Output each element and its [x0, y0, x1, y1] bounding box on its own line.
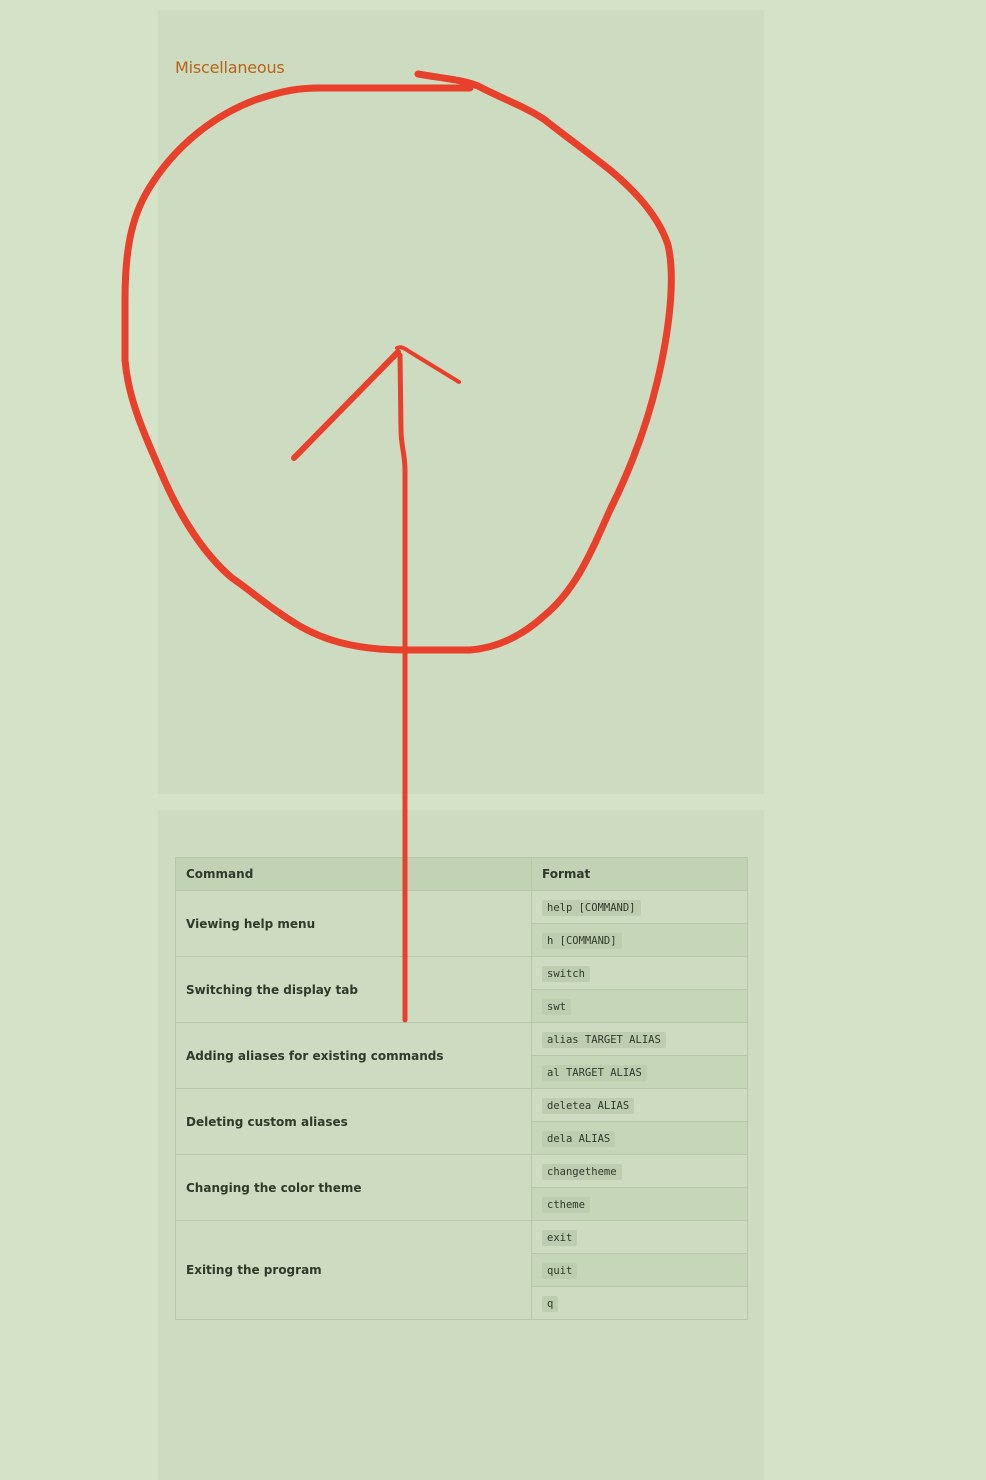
table-row: Deleting custom aliases deletea ALIAS — [175, 1088, 748, 1155]
format-cell: swt — [531, 989, 748, 1023]
format-cell: exit — [531, 1220, 748, 1254]
format-cell: help [COMMAND] — [531, 890, 748, 924]
format-code: exit — [542, 1230, 578, 1246]
format-cell: switch — [531, 956, 748, 990]
format-cell: ctheme — [531, 1187, 748, 1221]
format-cell: q — [531, 1286, 748, 1320]
table-row: Viewing help menu help [COMMAND] — [175, 890, 748, 957]
command-name: Deleting custom aliases — [175, 1088, 532, 1155]
format-cell: changetheme — [531, 1154, 748, 1188]
command-summary-table: Command Format Viewing help menu help [C… — [175, 857, 748, 1320]
table-row: Adding aliases for existing commands ali… — [175, 1022, 748, 1089]
command-name: Changing the color theme — [175, 1154, 532, 1221]
format-code: dela ALIAS — [542, 1131, 616, 1147]
format-cell: dela ALIAS — [531, 1121, 748, 1155]
command-table-section: Command Format Viewing help menu help [C… — [158, 810, 764, 1480]
format-cell: h [COMMAND] — [531, 923, 748, 957]
format-code: switch — [542, 966, 590, 982]
format-cell: al TARGET ALIAS — [531, 1055, 748, 1089]
format-code: alias TARGET ALIAS — [542, 1032, 666, 1048]
format-code: ctheme — [542, 1197, 590, 1213]
command-name: Switching the display tab — [175, 956, 532, 1023]
format-code: swt — [542, 999, 571, 1015]
header-command: Command — [175, 857, 532, 891]
format-cell: quit — [531, 1253, 748, 1287]
table-row: Switching the display tab switch — [175, 956, 748, 1023]
miscellaneous-section: Miscellaneous — [158, 10, 764, 794]
format-code: help [COMMAND] — [542, 900, 641, 916]
section-title: Miscellaneous — [175, 58, 285, 77]
command-name: Exiting the program — [175, 1220, 532, 1320]
format-code: h [COMMAND] — [542, 933, 622, 949]
table-row: Exiting the program exit — [175, 1220, 748, 1320]
format-code: q — [542, 1296, 559, 1312]
format-cell: deletea ALIAS — [531, 1088, 748, 1122]
format-cell: alias TARGET ALIAS — [531, 1022, 748, 1056]
format-code: deletea ALIAS — [542, 1098, 635, 1114]
table-header-row: Command Format — [175, 857, 748, 891]
format-code: quit — [542, 1263, 578, 1279]
table-row: Changing the color theme changetheme — [175, 1154, 748, 1221]
format-code: changetheme — [542, 1164, 622, 1180]
command-name: Adding aliases for existing commands — [175, 1022, 532, 1089]
header-format: Format — [531, 857, 748, 891]
command-name: Viewing help menu — [175, 890, 532, 957]
format-code: al TARGET ALIAS — [542, 1065, 647, 1081]
